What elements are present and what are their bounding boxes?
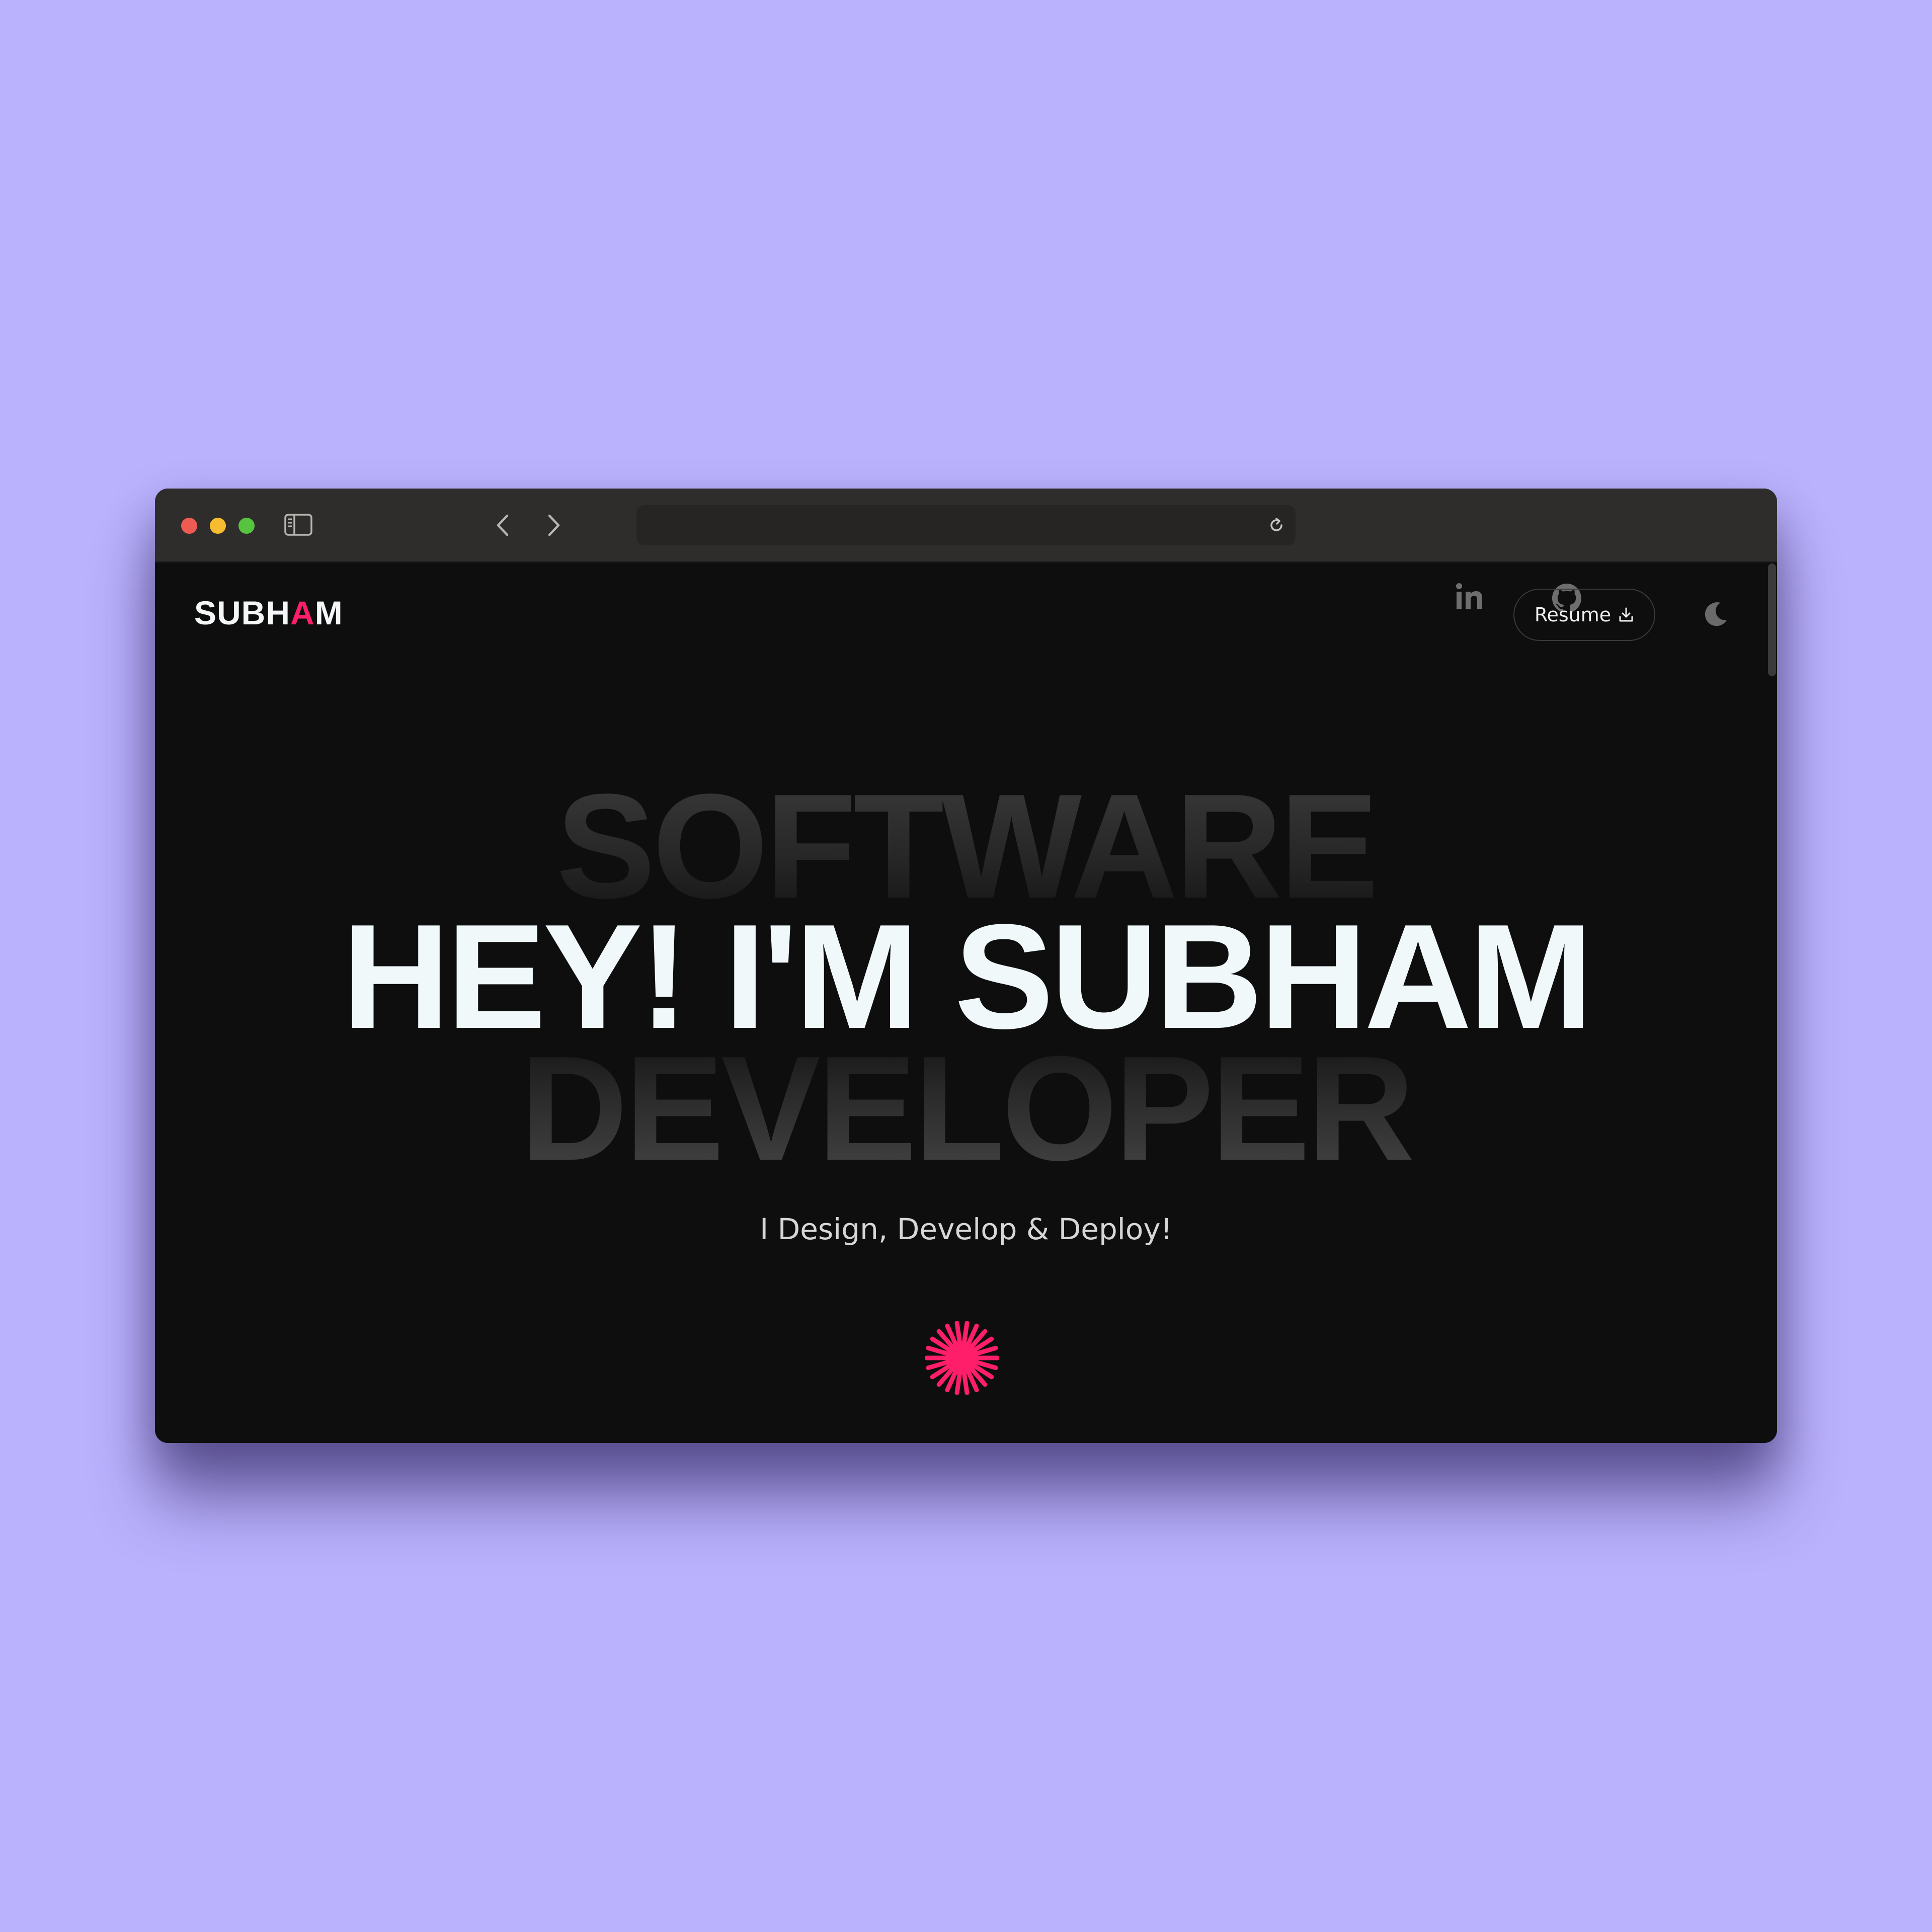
starburst-icon xyxy=(925,1321,999,1395)
resume-button-label: Resume xyxy=(1534,604,1612,626)
browser-titlebar xyxy=(155,489,1777,562)
logo-accent-letter: A xyxy=(290,594,315,631)
logo-text-suffix: M xyxy=(314,594,343,631)
logo-text-prefix: SUBH xyxy=(194,594,291,631)
minimize-window-button[interactable] xyxy=(210,518,226,534)
site-logo[interactable]: SUBHAM xyxy=(194,596,343,629)
chevron-right-icon[interactable] xyxy=(546,514,561,537)
starburst-core xyxy=(953,1349,971,1367)
hero-tagline: I Design, Develop & Deploy! xyxy=(760,1212,1172,1246)
page-scrollbar[interactable] xyxy=(1768,564,1776,676)
page-content: SUBHAM Resume SOFTWARE DEVELOPER HEY! I'… xyxy=(155,562,1777,1443)
reload-icon[interactable] xyxy=(1268,517,1285,534)
zoom-window-button[interactable] xyxy=(238,518,255,534)
close-window-button[interactable] xyxy=(181,518,197,534)
resume-download-button[interactable]: Resume xyxy=(1513,589,1655,641)
sidebar-icon[interactable] xyxy=(284,514,312,536)
browser-window: SUBHAM Resume SOFTWARE DEVELOPER HEY! I'… xyxy=(155,489,1777,1443)
hero-headline: HEY! I'M SUBHAM xyxy=(342,893,1593,1060)
linkedin-icon[interactable] xyxy=(1455,582,1484,611)
chevron-left-icon[interactable] xyxy=(495,514,510,537)
moon-icon[interactable] xyxy=(1703,601,1730,628)
download-icon xyxy=(1619,607,1633,622)
address-bar[interactable] xyxy=(636,505,1296,545)
